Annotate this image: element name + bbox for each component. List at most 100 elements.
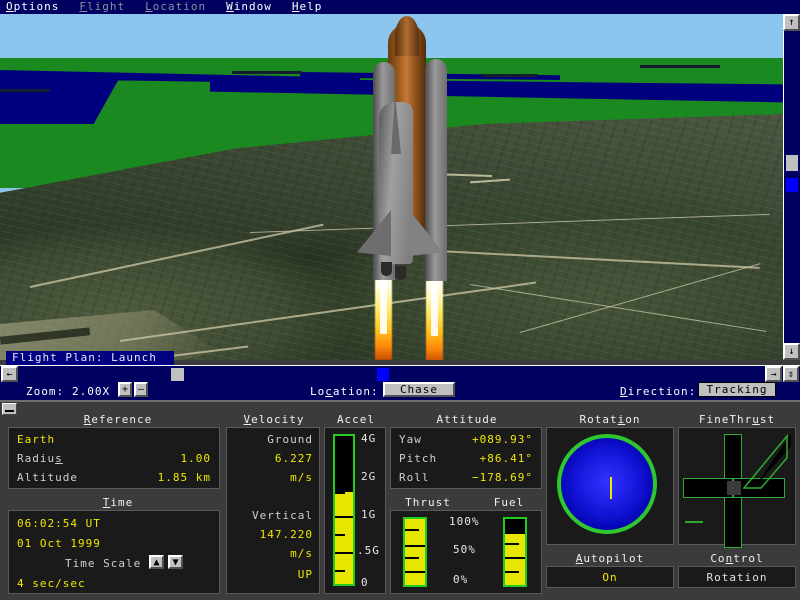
thrust-scale-50: 50% <box>453 543 476 556</box>
autopilot-value-button[interactable]: On <box>546 566 674 588</box>
instrument-panel: Reference Earth Radius 1.00 Altitude 1.8… <box>0 400 800 600</box>
attitude-roll-value: −178.69° <box>472 471 533 484</box>
accel-tick <box>335 570 345 572</box>
scroll-right-button[interactable]: → <box>765 366 782 382</box>
finethrust-indicator[interactable] <box>679 428 795 548</box>
menu-item-help[interactable]: Help <box>286 1 329 13</box>
menu-item-options[interactable]: Options <box>0 1 65 13</box>
zoom-in-button[interactable]: + <box>118 382 132 397</box>
horizontal-scrollbar-thumb[interactable] <box>171 368 184 381</box>
velocity-vertical-direction: UP <box>297 568 313 581</box>
direction-dropdown[interactable]: Tracking <box>698 382 776 397</box>
finethrust-box[interactable] <box>678 427 796 548</box>
vertical-scrollbar-thumb[interactable] <box>786 155 798 171</box>
menu-item-flight[interactable]: Flight <box>73 1 131 13</box>
time-scale-up-button[interactable]: ▲ <box>149 555 164 569</box>
velocity-ground-label: Ground <box>267 433 313 446</box>
finethrust-center-hub <box>727 481 741 495</box>
reference-altitude-value: 1.85 km <box>157 471 211 484</box>
velocity-ground-units: m/s <box>290 471 313 484</box>
thrust-tick <box>405 545 425 547</box>
reference-altitude-label: Altitude <box>17 471 78 484</box>
time-scale-down-button[interactable]: ▼ <box>168 555 183 569</box>
accel-label-half-g: .5G <box>357 544 380 557</box>
location-label: Location: <box>310 385 379 398</box>
engine-nozzle <box>381 262 392 276</box>
attitude-box: Yaw +089.93° Pitch +86.41° Roll −178.69° <box>390 427 542 489</box>
location-dropdown[interactable]: Chase <box>383 382 455 397</box>
attitude-pitch-label: Pitch <box>399 452 438 465</box>
time-scale-value: 4 sec/sec <box>17 577 86 590</box>
velocity-box: Ground 6.227 m/s Vertical 147.220 m/s UP <box>226 427 320 594</box>
scroll-left-button[interactable]: ← <box>1 366 18 382</box>
scroll-down-button[interactable]: ↓ <box>783 343 800 360</box>
direction-label: Direction: <box>620 385 697 398</box>
time-clock: 06:02:54 UT <box>17 517 101 530</box>
thrust-gauge <box>403 517 427 587</box>
fuel-gauge-fill <box>505 533 525 585</box>
accel-tick <box>335 552 353 554</box>
accel-tick <box>335 516 353 518</box>
rotation-needle <box>610 477 612 499</box>
accel-label-0: 0 <box>361 576 369 589</box>
thrust-fuel-box: 100% 50% 0% <box>390 510 542 594</box>
space-shuttle <box>355 14 465 360</box>
menu-item-window[interactable]: Window <box>220 1 278 13</box>
scrollbar-corner-button[interactable]: ⇕ <box>783 366 799 382</box>
external-tank-nose <box>395 16 419 56</box>
control-section-title: Control <box>710 552 764 565</box>
reference-body-name: Earth <box>17 433 56 446</box>
attitude-roll-label: Roll <box>399 471 430 484</box>
time-date: 01 Oct 1999 <box>17 537 101 550</box>
time-box: 06:02:54 UT 01 Oct 1999 Time Scale ▲ ▼ 4… <box>8 510 220 594</box>
velocity-vertical-value: 147.220 <box>259 528 313 541</box>
reference-section-title: Reference <box>83 413 153 426</box>
panel-minimize-button[interactable] <box>2 403 17 415</box>
accel-tick <box>335 534 345 536</box>
horizontal-scrollbar-track[interactable] <box>0 365 800 382</box>
control-value-button[interactable]: Rotation <box>678 566 796 588</box>
rotation-section-title: Rotation <box>579 413 641 426</box>
3d-viewport[interactable] <box>0 14 783 360</box>
attitude-yaw-label: Yaw <box>399 433 422 446</box>
zoom-out-button[interactable]: – <box>134 382 148 397</box>
attitude-pitch-value: +86.41° <box>479 452 533 465</box>
terrain-strip <box>640 65 720 68</box>
reference-box: Earth Radius 1.00 Altitude 1.85 km <box>8 427 220 489</box>
zoom-label: Zoom: <box>26 385 65 398</box>
thrust-tick <box>405 557 419 559</box>
accel-box: 4G 2G 1G .5G 0 <box>324 427 386 594</box>
time-section-title: Time <box>102 496 134 509</box>
fuel-tick <box>505 571 519 573</box>
accel-tick <box>335 492 345 494</box>
terrain-strip <box>0 89 50 92</box>
attitude-yaw-value: +089.93° <box>472 433 533 446</box>
rotation-box[interactable] <box>546 427 674 545</box>
fuel-section-title: Fuel <box>493 496 525 509</box>
finethrust-section-title: FineThrust <box>698 413 776 426</box>
fuel-tick <box>505 557 525 559</box>
scroll-up-button[interactable]: ↑ <box>783 14 800 31</box>
accel-label-2g: 2G <box>361 470 377 483</box>
thrust-section-title: Thrust <box>405 496 451 509</box>
thrust-tick <box>405 571 425 573</box>
vertical-scrollbar-marker[interactable] <box>786 178 798 192</box>
autopilot-section-title: Autopilot <box>575 552 645 565</box>
thrust-tick <box>405 529 419 531</box>
reference-radius-label: Radius <box>17 452 63 465</box>
velocity-section-title: Velocity <box>243 413 305 426</box>
horizontal-scrollbar-marker[interactable] <box>377 368 389 381</box>
menu-item-location[interactable]: Location <box>139 1 212 13</box>
rotation-indicator[interactable] <box>557 434 657 534</box>
terrain-strip <box>482 74 538 77</box>
engine-nozzle <box>395 266 406 280</box>
flight-plan-label: Flight Plan: Launch <box>6 351 174 365</box>
velocity-vertical-label: Vertical <box>252 509 313 522</box>
accel-label-4g: 4G <box>361 432 377 445</box>
application-window: Options Flight Location Window Help Flig… <box>0 0 800 600</box>
finethrust-dash-marker <box>685 521 703 523</box>
velocity-ground-value: 6.227 <box>274 452 313 465</box>
time-scale-label: Time Scale <box>65 557 142 570</box>
velocity-vertical-units: m/s <box>290 547 313 560</box>
fuel-tick <box>505 543 519 545</box>
